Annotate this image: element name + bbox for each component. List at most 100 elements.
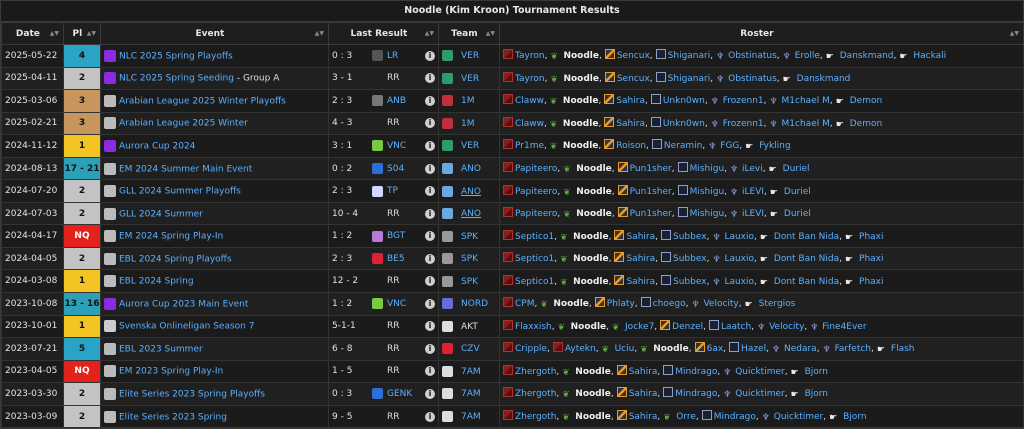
event-link[interactable]: EM 2024 Summer Main Event <box>119 164 252 174</box>
player-link[interactable]: Jocke7 <box>625 322 654 332</box>
opponent-name[interactable]: TP <box>387 186 425 196</box>
player-link[interactable]: Shiganari <box>668 51 711 61</box>
opponent-name[interactable]: BE5 <box>387 254 425 264</box>
tournament-logo-icon[interactable] <box>104 320 116 333</box>
team-logo-icon[interactable] <box>442 343 453 355</box>
player-link[interactable]: Unkn0wn <box>663 96 705 106</box>
player-link[interactable]: Noodle <box>575 367 611 377</box>
info-icon[interactable]: i <box>425 231 435 242</box>
player-link[interactable]: Bjorn <box>805 389 828 399</box>
player-link[interactable]: Noodle <box>571 322 607 332</box>
event-link[interactable]: Aurora Cup 2024 <box>119 141 195 151</box>
opponent-name[interactable]: S04 <box>387 164 425 174</box>
info-icon[interactable]: i <box>425 343 435 354</box>
team-name[interactable]: VER <box>461 51 479 61</box>
player-link[interactable]: Laatch <box>721 322 751 332</box>
event-link[interactable]: GLL 2024 Summer <box>119 209 203 219</box>
player-link[interactable]: Noodle <box>563 74 599 84</box>
player-link[interactable]: Noodle <box>575 389 611 399</box>
tournament-logo-icon[interactable] <box>104 117 116 130</box>
player-link[interactable]: Quicktimer <box>735 367 784 377</box>
player-link[interactable]: Pun1sher <box>630 164 672 174</box>
player-link[interactable]: Pr1me <box>515 141 544 151</box>
player-link[interactable]: Noodle <box>563 119 599 129</box>
info-icon[interactable]: i <box>425 366 435 377</box>
player-link[interactable]: M1chael M <box>782 119 830 129</box>
player-link[interactable]: Demon <box>850 96 882 106</box>
player-link[interactable]: Zhergoth <box>515 367 556 377</box>
player-link[interactable]: Tayron <box>515 51 545 61</box>
player-link[interactable]: Unkn0wn <box>663 119 705 129</box>
header-event[interactable]: Event ▲▼ <box>100 22 329 45</box>
team-name[interactable]: 1M <box>461 119 475 129</box>
player-link[interactable]: Septico1 <box>515 254 554 264</box>
team-logo-icon[interactable] <box>442 253 453 265</box>
player-link[interactable]: Sahira <box>616 119 645 129</box>
player-link[interactable]: Roison <box>616 141 646 151</box>
team-logo-icon[interactable] <box>442 230 453 242</box>
player-link[interactable]: Sahira <box>626 277 655 287</box>
team-name[interactable]: ANO <box>461 209 481 219</box>
player-link[interactable]: Velocity <box>703 299 738 309</box>
team-name[interactable]: ANO <box>461 164 481 174</box>
player-link[interactable]: Tayron <box>515 74 545 84</box>
event-link[interactable]: EM 2023 Spring Play-In <box>119 367 223 377</box>
info-icon[interactable]: i <box>425 388 435 399</box>
opponent-name[interactable]: LR <box>387 51 425 61</box>
event-link[interactable]: Aurora Cup 2023 Main Event <box>119 299 248 309</box>
player-link[interactable]: Phaxi <box>859 277 883 287</box>
team-logo-icon[interactable] <box>442 208 453 220</box>
team-logo-icon[interactable] <box>442 95 453 107</box>
team-name[interactable]: NORD <box>461 299 488 309</box>
player-link[interactable]: M1chael M <box>782 96 830 106</box>
player-link[interactable]: Duriel <box>784 209 811 219</box>
event-link[interactable]: Svenska Onlineligan Season 7 <box>119 322 254 332</box>
team-name[interactable]: VER <box>461 74 479 84</box>
player-link[interactable]: Sencux <box>617 74 650 84</box>
player-link[interactable]: Papiteero <box>515 209 557 219</box>
team-logo-icon[interactable] <box>442 388 453 400</box>
info-icon[interactable]: i <box>425 140 435 151</box>
player-link[interactable]: Demon <box>850 119 882 129</box>
player-link[interactable]: Bjorn <box>843 412 866 422</box>
player-link[interactable]: Fykling <box>759 141 790 151</box>
tournament-logo-icon[interactable] <box>104 185 116 198</box>
player-link[interactable]: Velocity <box>769 322 804 332</box>
tournament-logo-icon[interactable] <box>104 252 116 265</box>
player-link[interactable]: Bjorn <box>805 367 828 377</box>
player-link[interactable]: Sencux <box>617 51 650 61</box>
team-logo-icon[interactable] <box>442 298 453 310</box>
player-link[interactable]: Noodle <box>576 209 612 219</box>
event-link[interactable]: Arabian League 2025 Winter Playoffs <box>119 96 286 106</box>
team-name[interactable]: ANO <box>461 187 481 197</box>
team-name[interactable]: 7AM <box>461 367 481 377</box>
player-link[interactable]: Shiganari <box>668 74 711 84</box>
info-icon[interactable]: i <box>425 411 435 422</box>
player-link[interactable]: Claww <box>515 119 544 129</box>
player-link[interactable]: Noodle <box>575 412 611 422</box>
team-name[interactable]: 7AM <box>461 412 481 422</box>
event-link[interactable]: EBL 2024 Spring Playoffs <box>119 254 232 264</box>
player-link[interactable]: Mindrago <box>714 412 756 422</box>
opponent-name[interactable]: GENK <box>387 389 425 399</box>
event-link[interactable]: Arabian League 2025 Winter <box>119 119 248 129</box>
tournament-logo-icon[interactable] <box>104 230 116 243</box>
team-logo-icon[interactable] <box>442 117 453 129</box>
player-link[interactable]: Dont Ban Nida <box>774 254 839 264</box>
header-placement[interactable]: Pl ▲▼ <box>63 22 101 45</box>
player-link[interactable]: Subbex <box>673 277 707 287</box>
event-link[interactable]: Elite Series 2023 Spring Playoffs <box>119 389 265 399</box>
player-link[interactable]: Danskmand <box>840 51 894 61</box>
event-link[interactable]: EBL 2023 Summer <box>119 344 203 354</box>
player-link[interactable]: Flaxxish <box>515 322 552 332</box>
player-link[interactable]: Neramin <box>664 141 702 151</box>
player-link[interactable]: Phlaty <box>607 299 635 309</box>
info-icon[interactable]: i <box>425 298 435 309</box>
opponent-name[interactable]: BGT <box>387 231 425 241</box>
player-link[interactable]: Uciu <box>615 344 635 354</box>
player-link[interactable]: Duriel <box>783 164 810 174</box>
event-link[interactable]: GLL 2024 Summer Playoffs <box>119 187 241 197</box>
tournament-logo-icon[interactable] <box>104 49 116 62</box>
player-link[interactable]: Mishigu <box>690 164 725 174</box>
player-link[interactable]: Noodle <box>576 187 612 197</box>
